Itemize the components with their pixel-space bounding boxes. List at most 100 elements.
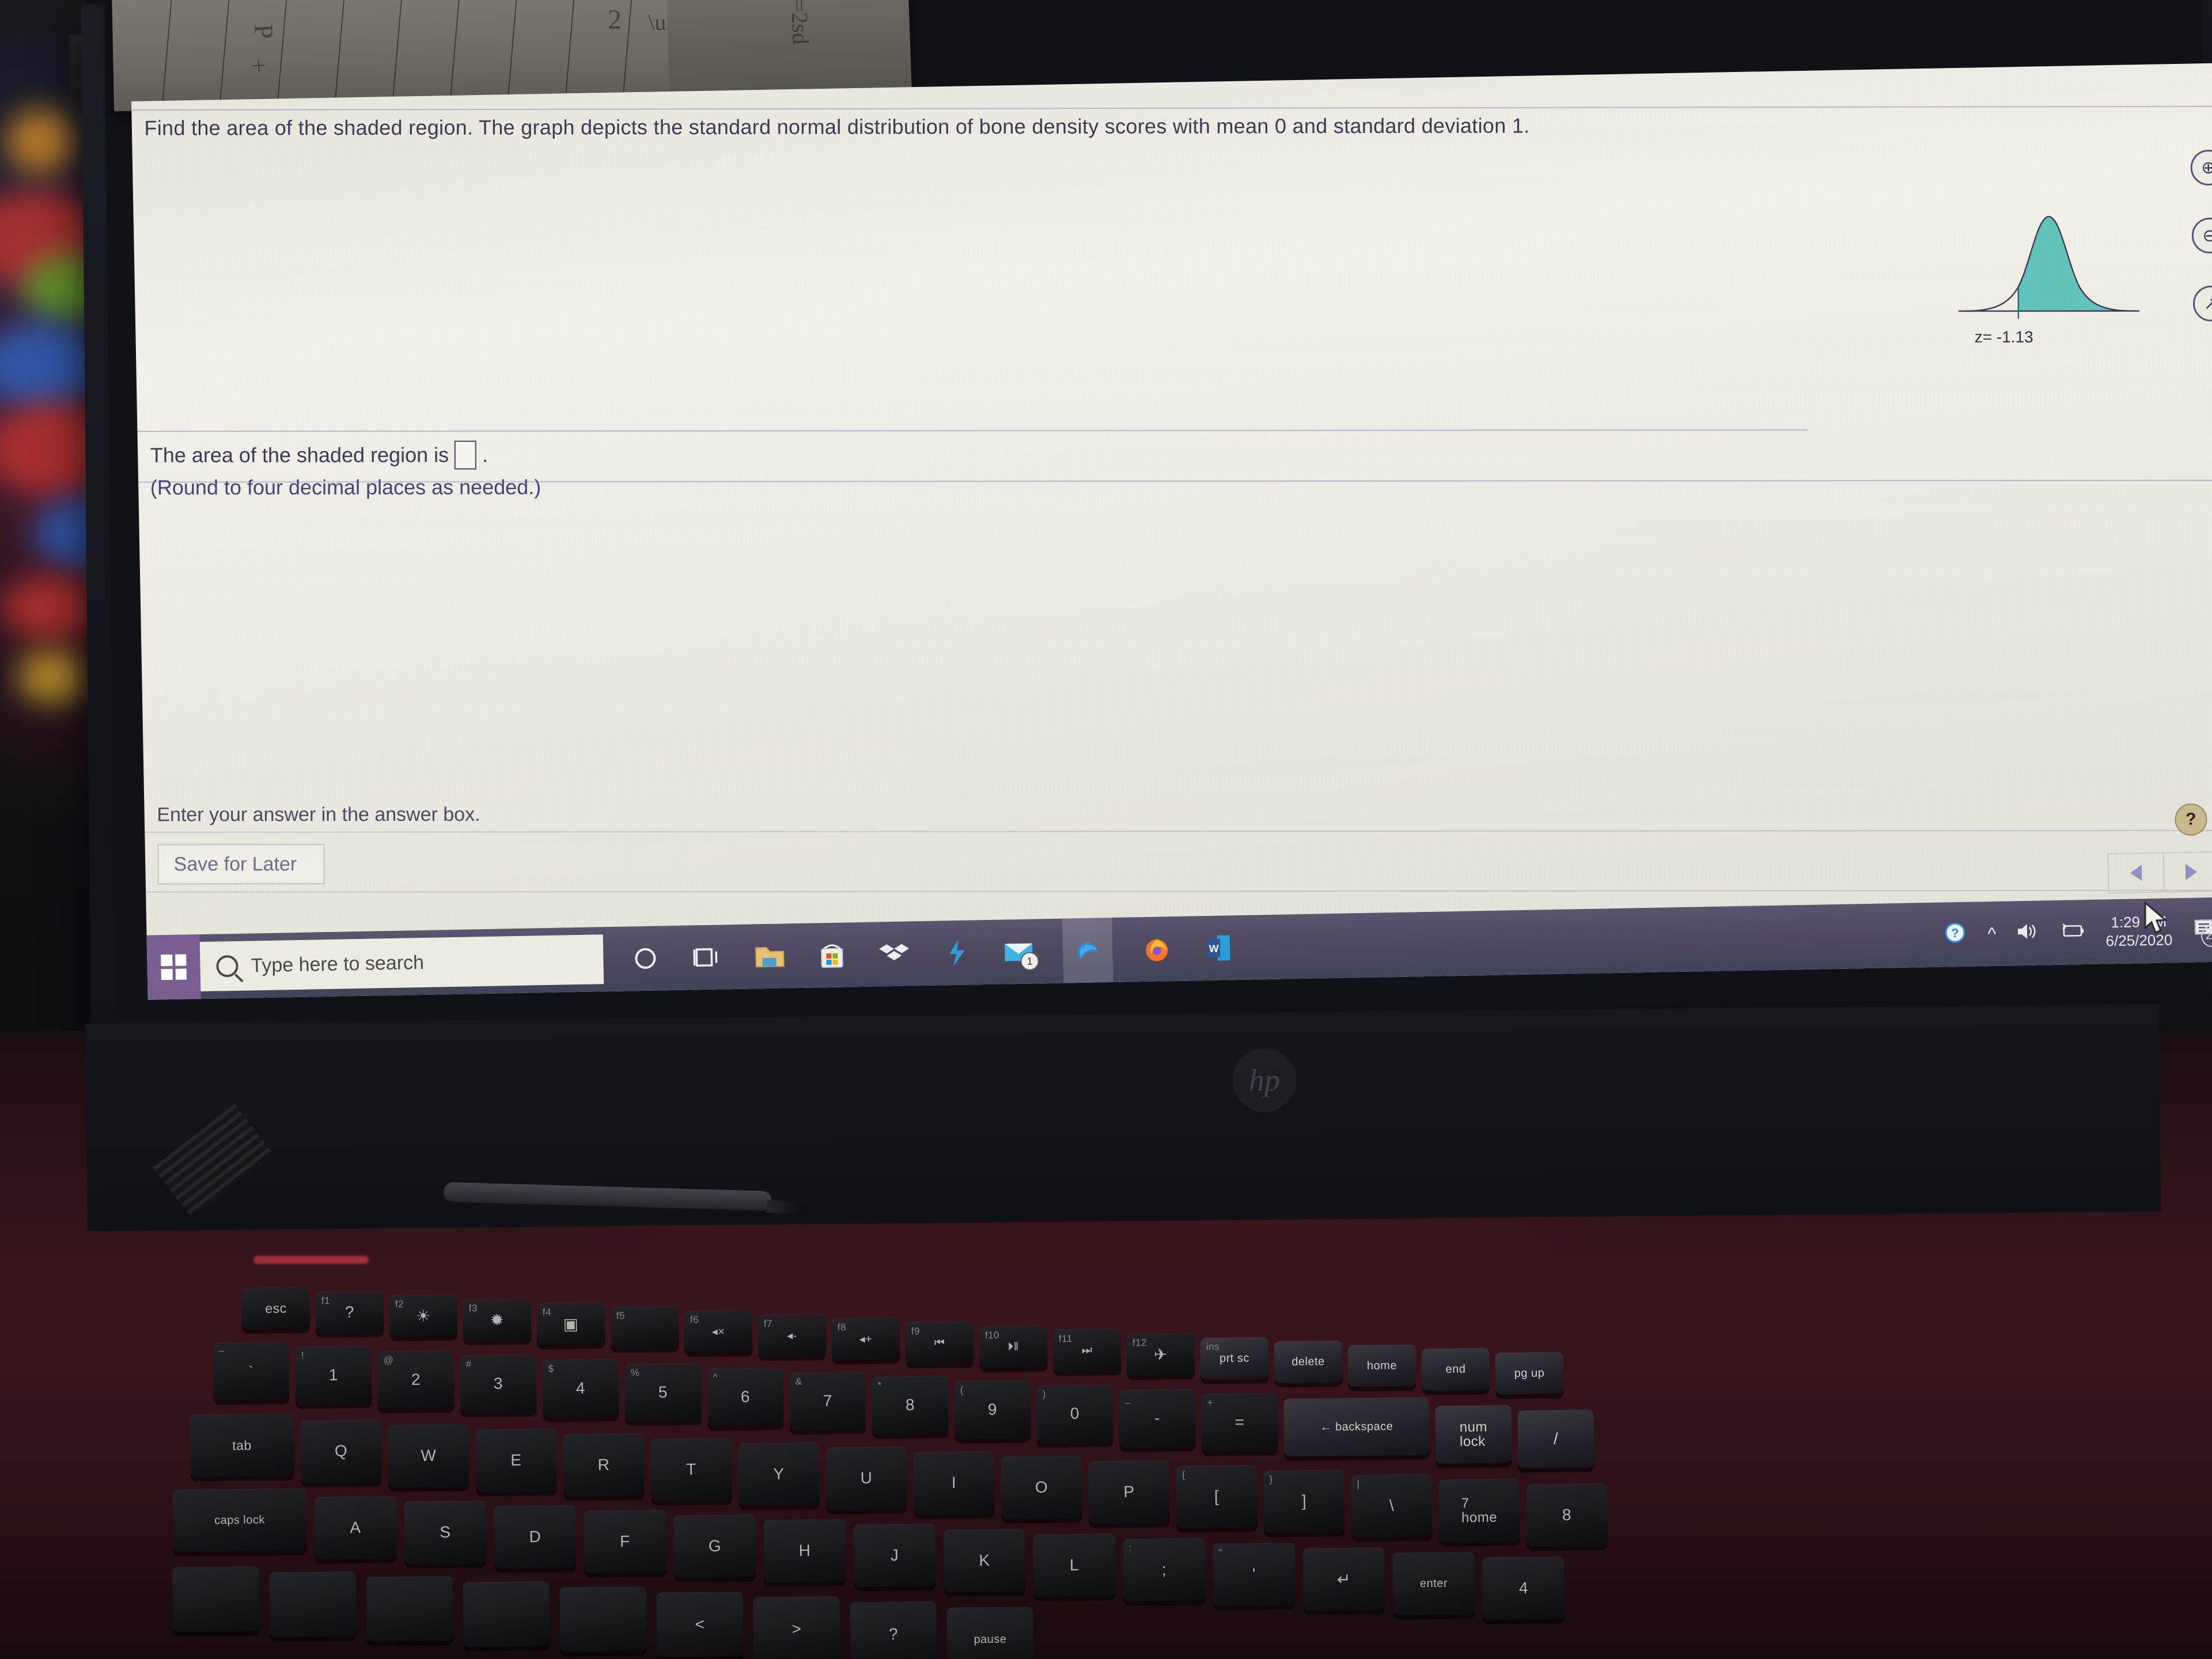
start-button[interactable] xyxy=(146,934,201,1000)
key-home[interactable]: home xyxy=(1347,1344,1416,1387)
key-blank[interactable] xyxy=(463,1581,550,1647)
key-num-lock[interactable]: num lock xyxy=(1435,1405,1512,1464)
key-[interactable]: f10 ⏵‖ xyxy=(979,1325,1048,1368)
key-3[interactable]: #3 xyxy=(460,1354,537,1413)
key-f[interactable]: F xyxy=(584,1510,666,1573)
key-1[interactable]: ! 1 xyxy=(295,1346,372,1405)
key-[interactable]: / xyxy=(1517,1410,1594,1468)
search-input[interactable]: Type here to search xyxy=(199,934,604,992)
previous-button[interactable] xyxy=(2109,854,2164,893)
save-for-later-button[interactable]: Save for Later xyxy=(157,844,325,885)
key-[interactable]: :; xyxy=(1123,1538,1206,1601)
zoom-in-icon[interactable]: ⊕ xyxy=(2190,149,2212,186)
key-7-home[interactable]: 7 home xyxy=(1438,1479,1520,1542)
zoom-out-icon[interactable]: ⊖ xyxy=(2191,217,2212,254)
key-[interactable]: f6 ◂× xyxy=(684,1310,753,1353)
key-2[interactable]: @2 xyxy=(377,1350,454,1409)
pop-out-icon[interactable]: ↗ xyxy=(2192,285,2212,322)
key-blank[interactable] xyxy=(269,1571,357,1637)
key-enter[interactable]: enter xyxy=(1392,1552,1475,1615)
answer-input[interactable] xyxy=(454,441,477,470)
key-blank[interactable] xyxy=(366,1576,453,1642)
key-[interactable]: ? xyxy=(850,1601,937,1659)
key-[interactable]: _ - xyxy=(1119,1389,1196,1448)
key-pg-up[interactable]: pg up xyxy=(1495,1352,1564,1395)
key-o[interactable]: O xyxy=(1001,1456,1082,1519)
chevron-up-icon[interactable]: ^ xyxy=(1987,923,1997,944)
key-[interactable]: f9 ⏮ xyxy=(905,1321,974,1364)
key-[interactable]: ~ ` xyxy=(213,1342,290,1400)
key-blank[interactable]: f5 xyxy=(610,1306,679,1349)
key-[interactable]: " ' xyxy=(1213,1543,1296,1606)
key-j[interactable]: J xyxy=(853,1524,936,1588)
key-[interactable]: f3 ✹ xyxy=(463,1298,532,1341)
microsoft-store-icon[interactable] xyxy=(814,937,850,973)
key-p[interactable]: P xyxy=(1088,1460,1170,1524)
volume-icon[interactable] xyxy=(2016,921,2039,946)
task-view-icon[interactable] xyxy=(690,939,726,975)
key-[interactable]: f11 ⏭ xyxy=(1052,1329,1122,1372)
key-r[interactable]: R xyxy=(563,1433,645,1497)
key-blank[interactable] xyxy=(559,1586,647,1652)
key-5[interactable]: % 5 xyxy=(624,1363,702,1422)
key-6[interactable]: ^ 6 xyxy=(707,1367,784,1426)
key-d[interactable]: D xyxy=(494,1505,577,1569)
key-i[interactable]: I xyxy=(913,1451,995,1515)
key-4[interactable]: 4 xyxy=(1482,1556,1565,1620)
key-tab[interactable]: tab xyxy=(190,1414,294,1477)
key-label: F xyxy=(620,1532,630,1551)
key-pause[interactable]: pause xyxy=(946,1607,1034,1659)
key-[interactable]: > xyxy=(753,1596,840,1659)
edge-icon[interactable] xyxy=(1062,918,1113,983)
key-blank[interactable] xyxy=(172,1566,260,1632)
key-[interactable]: f4 ▣ xyxy=(536,1302,605,1345)
key-end[interactable]: end xyxy=(1421,1348,1490,1391)
key-[interactable]: f7 ◂- xyxy=(757,1313,827,1357)
word-icon[interactable]: W xyxy=(1201,930,1237,966)
key-[interactable]: f12 ✈ xyxy=(1126,1333,1195,1376)
key-9[interactable]: (9 xyxy=(954,1380,1031,1439)
key-4[interactable]: $4 xyxy=(542,1359,619,1418)
dropbox-icon[interactable] xyxy=(876,935,912,972)
mail-icon[interactable]: 1 xyxy=(1001,933,1039,971)
tray-help-icon[interactable]: ? xyxy=(1942,919,1968,949)
key-caps-lock[interactable]: caps lock xyxy=(172,1488,307,1552)
key-8[interactable]: 8 xyxy=(1526,1483,1608,1547)
key-7[interactable]: & 7 xyxy=(789,1372,866,1430)
notification-icon[interactable]: 20 xyxy=(2192,916,2212,947)
key-t[interactable]: T xyxy=(650,1437,732,1501)
battery-charging-icon[interactable] xyxy=(2058,921,2086,945)
key-[interactable]: f8 ◂+ xyxy=(831,1317,900,1360)
key-prt-sc[interactable]: ins prt sc xyxy=(1200,1336,1269,1380)
key-8[interactable]: * 8 xyxy=(872,1376,949,1435)
key-y[interactable]: Y xyxy=(738,1442,820,1506)
key-u[interactable]: U xyxy=(825,1446,907,1510)
key-k[interactable]: K xyxy=(943,1528,1026,1592)
key-l[interactable]: L xyxy=(1033,1533,1116,1597)
key-[interactable]: f2 ☀ xyxy=(389,1294,458,1337)
file-explorer-icon[interactable] xyxy=(752,938,788,974)
key-esc[interactable]: esc xyxy=(241,1287,310,1330)
key-g[interactable]: G xyxy=(673,1514,756,1578)
taskbar-icons: 1 W xyxy=(627,915,1237,991)
key-delete[interactable]: delete xyxy=(1274,1340,1343,1383)
key-[interactable]: f1? xyxy=(315,1291,384,1334)
key-0[interactable]: ) 0 xyxy=(1036,1384,1113,1444)
key-[interactable]: + = xyxy=(1201,1393,1278,1452)
key-[interactable]: ↵ xyxy=(1302,1547,1385,1611)
lightning-app-icon[interactable] xyxy=(938,934,975,971)
next-button[interactable] xyxy=(2164,853,2212,892)
key-h[interactable]: H xyxy=(763,1519,846,1583)
key-a[interactable]: A xyxy=(314,1496,397,1559)
key-[interactable]: {[ xyxy=(1176,1465,1257,1528)
key-[interactable]: < xyxy=(656,1591,744,1657)
cortana-icon[interactable] xyxy=(627,940,664,976)
key-[interactable]: }] xyxy=(1263,1469,1345,1533)
key-s[interactable]: S xyxy=(404,1501,487,1564)
key-w[interactable]: W xyxy=(388,1424,469,1487)
key-backspace[interactable]: ← backspace xyxy=(1283,1397,1430,1456)
key-e[interactable]: E xyxy=(475,1429,557,1492)
firefox-icon[interactable] xyxy=(1139,931,1175,967)
key-[interactable]: | \ xyxy=(1351,1474,1433,1537)
key-q[interactable]: Q xyxy=(300,1419,382,1483)
